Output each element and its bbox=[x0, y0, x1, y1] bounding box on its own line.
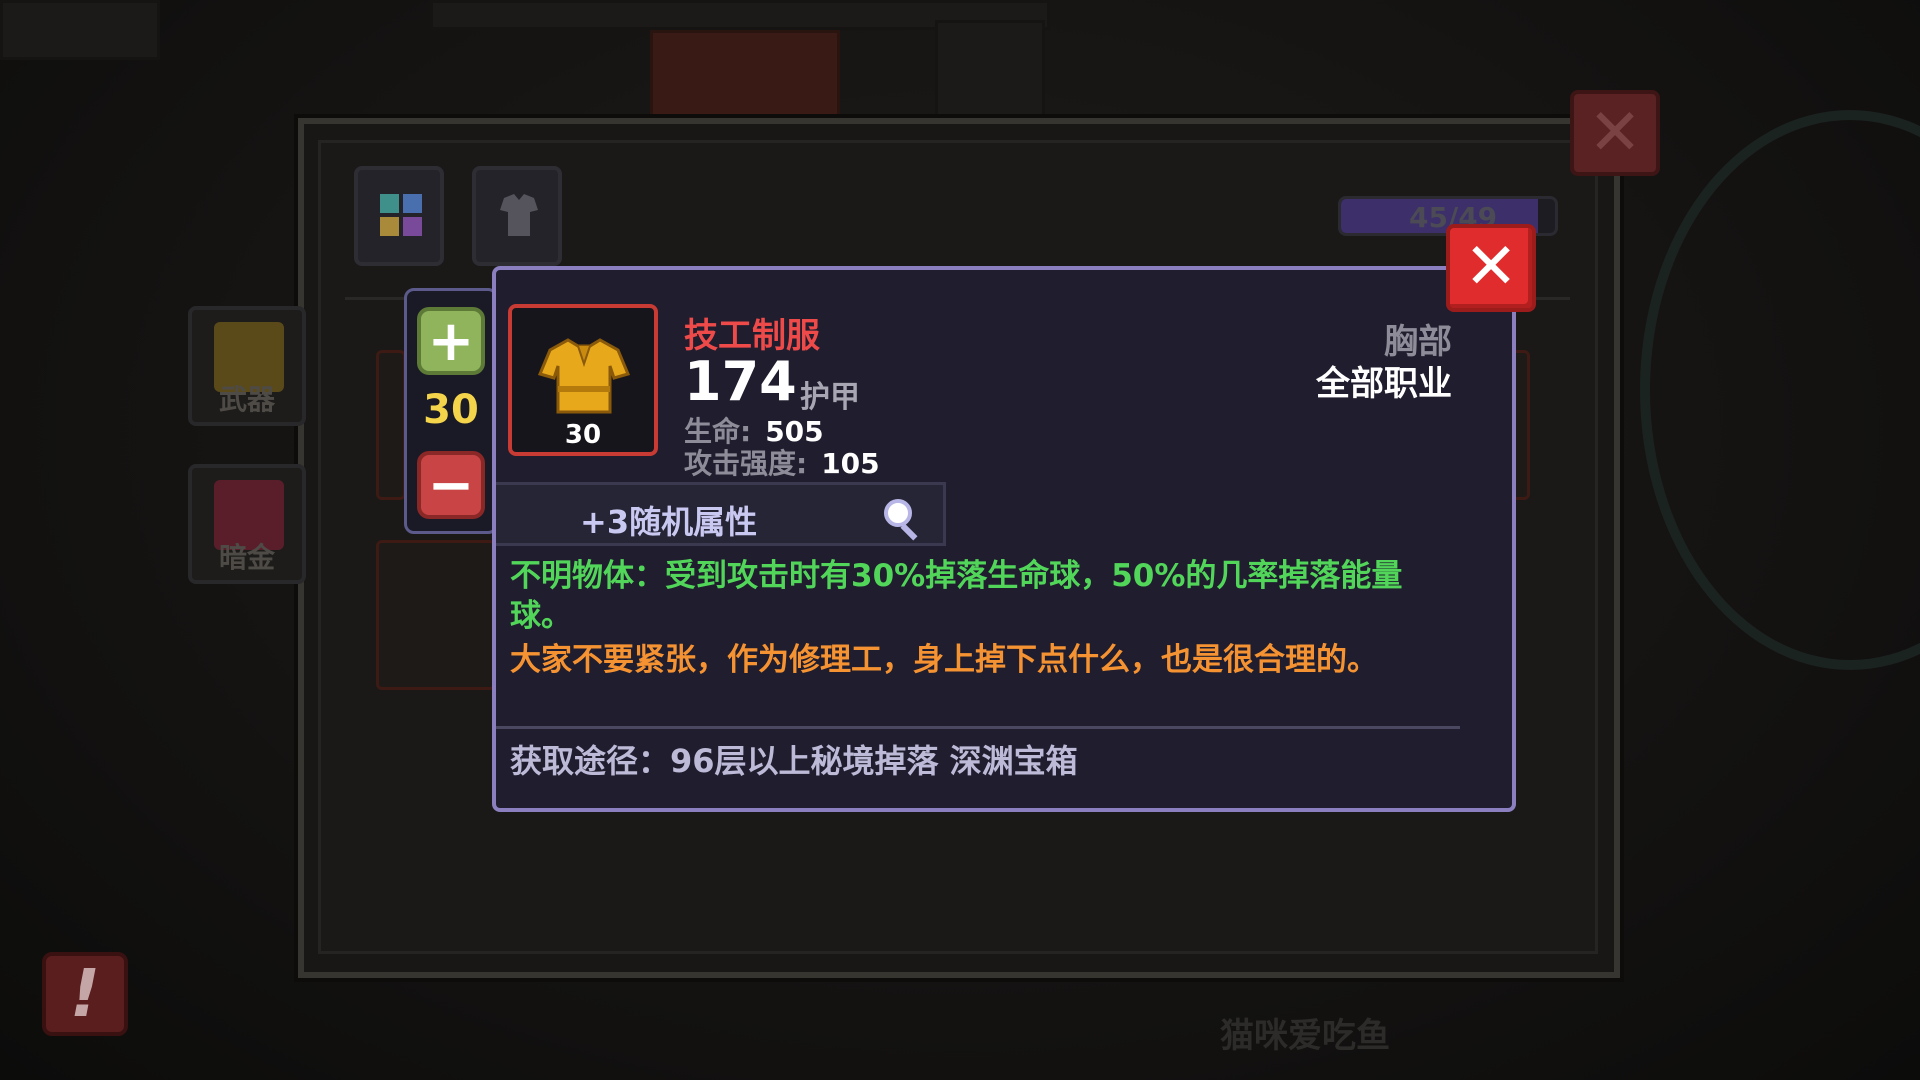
uniform-icon bbox=[538, 338, 630, 414]
close-icon: ✕ bbox=[1588, 96, 1642, 170]
random-attributes-text: +3随机属性 bbox=[580, 503, 758, 541]
tab-armor[interactable] bbox=[472, 166, 562, 266]
close-icon: ✕ bbox=[1464, 230, 1518, 304]
magnifier-icon[interactable] bbox=[878, 493, 928, 543]
inventory-close-button[interactable]: ✕ bbox=[1570, 90, 1660, 176]
stat-label: 攻击强度: bbox=[684, 447, 808, 480]
alert-button[interactable]: ! bbox=[42, 952, 128, 1036]
background-portal bbox=[1640, 110, 1920, 670]
equipment-slot[interactable] bbox=[376, 540, 496, 690]
equipment-slot[interactable] bbox=[376, 350, 406, 500]
dark-gold-slot[interactable]: 暗金 bbox=[188, 464, 306, 584]
weapon-slot[interactable]: 武器 bbox=[188, 306, 306, 426]
weapon-slot-label: 武器 bbox=[218, 383, 275, 416]
random-attributes-bar: +3随机属性 bbox=[496, 482, 946, 546]
quantity-stepper: + 30 − bbox=[404, 288, 498, 534]
item-effect-text: 不明物体：受到攻击时有30%掉落生命球，50%的几率掉落能量球。 bbox=[510, 558, 1403, 634]
background-pillar bbox=[935, 20, 1045, 120]
game-screen: 猫咪爱吃鱼 45/49 武器 暗金 ✕ ! + 30 − 30 技工制服 174… bbox=[0, 0, 1920, 1080]
background-corner bbox=[0, 0, 160, 60]
item-flavor-text: 大家不要紧张，作为修理工，身上掉下点什么，也是很合理的。 bbox=[510, 642, 1378, 678]
background-banner bbox=[650, 30, 840, 120]
minus-icon: − bbox=[427, 453, 475, 518]
card-divider bbox=[496, 726, 1460, 729]
quantity-plus-button[interactable]: + bbox=[417, 307, 485, 375]
stat-row-attack: 攻击强度: 105 bbox=[684, 442, 880, 482]
stat-value: 105 bbox=[821, 447, 880, 480]
item-class-restriction: 全部职业 bbox=[1316, 364, 1452, 404]
quantity-minus-button[interactable]: − bbox=[417, 451, 485, 519]
armor-tab-icon bbox=[500, 194, 538, 236]
item-source-text: 获取途径：96层以上秘境掉落 深渊宝箱 bbox=[510, 742, 1078, 780]
item-icon-frame: 30 bbox=[508, 304, 658, 456]
exclamation-icon: ! bbox=[69, 955, 101, 1032]
watermark-text: 猫咪爱吃鱼 bbox=[1220, 1016, 1390, 1056]
item-level: 30 bbox=[564, 420, 602, 450]
card-close-button[interactable]: ✕ bbox=[1446, 224, 1536, 312]
quantity-value: 30 bbox=[423, 387, 479, 433]
tab-grid[interactable] bbox=[354, 166, 444, 266]
plus-icon: + bbox=[427, 309, 475, 374]
armor-value: 174 bbox=[684, 350, 797, 413]
dark-gold-slot-label: 暗金 bbox=[218, 541, 275, 574]
grid-tab-icon bbox=[380, 194, 422, 236]
